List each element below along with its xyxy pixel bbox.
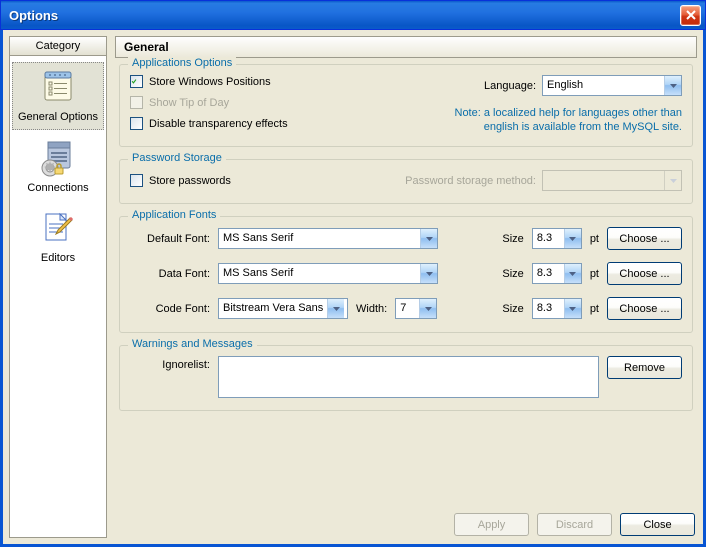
combo-value: Bitstream Vera Sans Mono — [219, 299, 327, 318]
chevron-down-icon — [664, 171, 681, 190]
checkbox-label: Show Tip of Day — [149, 97, 229, 109]
store-passwords-checkbox[interactable]: Store passwords — [130, 174, 405, 187]
chevron-down-icon — [419, 299, 436, 318]
store-windows-positions-checkbox[interactable]: Store Windows Positions — [130, 75, 422, 88]
combo-value: English — [543, 76, 587, 95]
chevron-down-icon — [664, 76, 681, 95]
group-title: Password Storage — [128, 152, 226, 164]
language-label: Language: — [484, 80, 536, 92]
category-label: Editors — [41, 252, 75, 264]
language-note: Note: a localized help for languages oth… — [422, 106, 682, 134]
code-size-combobox[interactable]: 8.3 — [532, 298, 582, 319]
size-label: Size — [502, 233, 523, 245]
disable-transparency-checkbox[interactable]: Disable transparency effects — [130, 117, 422, 130]
discard-button: Discard — [537, 513, 612, 536]
category-header: Category — [9, 36, 107, 56]
panel-body: Applications Options Store Windows Posit… — [115, 58, 697, 507]
combo-value: 8.3 — [533, 264, 556, 283]
checkbox-icon — [130, 96, 143, 109]
close-button[interactable]: Close — [620, 513, 695, 536]
window-body: Category — [0, 30, 706, 547]
password-method-combobox — [542, 170, 682, 191]
category-label: General Options — [18, 111, 98, 123]
notepad-icon — [38, 67, 78, 107]
ignorelist-textbox[interactable] — [218, 356, 599, 398]
panel-title: General — [115, 36, 697, 58]
ignorelist-label: Ignorelist: — [130, 356, 210, 371]
category-connections[interactable]: Connections — [12, 134, 104, 200]
password-method-label: Password storage method: — [405, 175, 536, 187]
document-edit-icon — [38, 208, 78, 248]
language-combobox[interactable]: English — [542, 75, 682, 96]
main-panel: General Applications Options Store Windo… — [115, 36, 697, 538]
data-font-choose-button[interactable]: Choose ... — [607, 262, 682, 285]
combo-value: MS Sans Serif — [219, 264, 297, 283]
chevron-down-icon — [420, 229, 437, 248]
default-font-choose-button[interactable]: Choose ... — [607, 227, 682, 250]
code-font-choose-button[interactable]: Choose ... — [607, 297, 682, 320]
code-width-combobox[interactable]: 7 — [395, 298, 437, 319]
category-list: General Options — [9, 56, 107, 538]
chevron-down-icon — [564, 264, 581, 283]
title-bar: Options — [0, 0, 706, 30]
group-applications-options: Applications Options Store Windows Posit… — [119, 64, 693, 147]
combo-value: 7 — [396, 299, 410, 318]
category-general-options[interactable]: General Options — [12, 62, 104, 130]
close-icon — [686, 10, 696, 20]
checkbox-label: Store passwords — [149, 175, 231, 187]
remove-button[interactable]: Remove — [607, 356, 682, 379]
size-label: Size — [502, 303, 523, 315]
combo-value: 8.3 — [533, 229, 556, 248]
checkbox-label: Disable transparency effects — [149, 118, 288, 130]
pt-label: pt — [590, 268, 599, 280]
combo-value: 8.3 — [533, 299, 556, 318]
category-label: Connections — [27, 182, 88, 194]
code-font-combobox[interactable]: Bitstream Vera Sans Mono — [218, 298, 348, 319]
checkbox-icon — [130, 75, 143, 88]
data-size-combobox[interactable]: 8.3 — [532, 263, 582, 284]
group-title: Warnings and Messages — [128, 338, 257, 350]
close-window-button[interactable] — [680, 5, 701, 26]
chevron-down-icon — [564, 299, 581, 318]
group-title: Applications Options — [128, 57, 236, 69]
pt-label: pt — [590, 233, 599, 245]
category-editors[interactable]: Editors — [12, 204, 104, 270]
window-title: Options — [9, 8, 680, 23]
chevron-down-icon — [327, 299, 344, 318]
group-warnings-messages: Warnings and Messages Ignorelist: Remove — [119, 345, 693, 411]
pt-label: pt — [590, 303, 599, 315]
data-font-label: Data Font: — [130, 268, 210, 280]
combo-value: MS Sans Serif — [219, 229, 297, 248]
default-font-combobox[interactable]: MS Sans Serif — [218, 228, 438, 249]
checkbox-icon — [130, 117, 143, 130]
apply-button: Apply — [454, 513, 529, 536]
chevron-down-icon — [564, 229, 581, 248]
group-title: Application Fonts — [128, 209, 220, 221]
checkbox-label: Store Windows Positions — [149, 76, 271, 88]
group-password-storage: Password Storage Store passwords Passwor… — [119, 159, 693, 204]
default-size-combobox[interactable]: 8.3 — [532, 228, 582, 249]
dialog-footer: Apply Discard Close — [115, 507, 697, 538]
combo-value — [543, 171, 551, 190]
data-font-combobox[interactable]: MS Sans Serif — [218, 263, 438, 284]
chevron-down-icon — [420, 264, 437, 283]
checkbox-icon — [130, 174, 143, 187]
group-application-fonts: Application Fonts Default Font: MS Sans … — [119, 216, 693, 333]
server-icon — [38, 138, 78, 178]
code-font-label: Code Font: — [130, 303, 210, 315]
width-label: Width: — [356, 303, 387, 315]
size-label: Size — [502, 268, 523, 280]
show-tip-of-day-checkbox: Show Tip of Day — [130, 96, 422, 109]
default-font-label: Default Font: — [130, 233, 210, 245]
category-sidebar: Category — [9, 36, 107, 538]
